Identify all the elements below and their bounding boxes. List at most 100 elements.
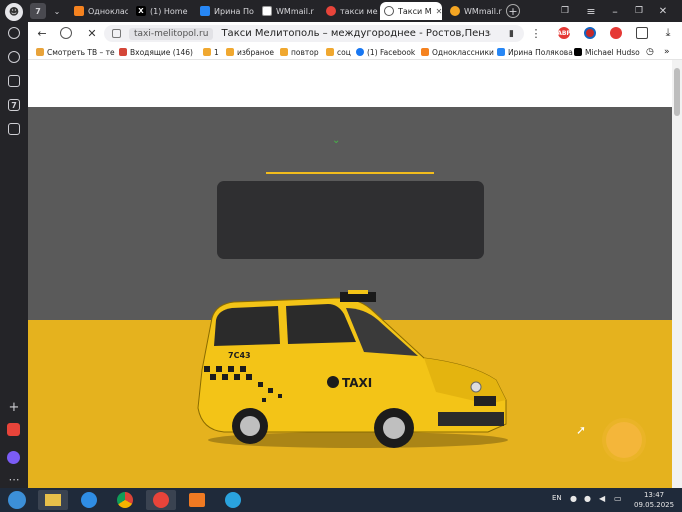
bookmark-label: Входящие (146)	[130, 47, 193, 57]
tab-taxi-active[interactable]: Такси М ✕	[380, 2, 442, 20]
system-clock[interactable]: 13:47 09.05.2025	[634, 490, 674, 510]
scrollbar-thumb[interactable]	[674, 68, 680, 116]
close-tab-icon[interactable]: ✕	[436, 7, 442, 16]
history-icon[interactable]	[8, 27, 20, 39]
bookmark-item[interactable]: Входящие (146)	[119, 46, 193, 58]
chevron-down-icon[interactable]: ⌄	[50, 3, 64, 19]
add-icon[interactable]: +	[6, 399, 22, 415]
extension-shield-icon[interactable]	[610, 27, 622, 39]
tab-label: Такси М	[398, 6, 432, 16]
navigation-bar: ← ✕ taxi-melitopol.ru Такси Мелитополь –…	[28, 22, 682, 44]
mouse-cursor-icon: ➚	[576, 423, 587, 437]
yandex-profile-icon[interactable]: ☻	[5, 3, 23, 21]
tab-wmmail-2[interactable]: WMmail.r	[446, 2, 506, 20]
bookmark-item[interactable]: Michael Hudso	[574, 46, 640, 58]
bookmark-folder[interactable]: повтор	[280, 46, 319, 58]
page-icon	[262, 6, 272, 16]
tab-label: Ирина По	[214, 6, 254, 16]
tab-count-button[interactable]: 7	[30, 3, 46, 19]
internet-explorer-icon[interactable]	[74, 490, 104, 510]
more-vertical-icon[interactable]: ⋮	[528, 25, 544, 41]
extension-icon[interactable]	[584, 27, 596, 39]
tab-yandex-search[interactable]: такси мел	[322, 2, 378, 20]
odnoklassniki-icon	[74, 6, 84, 16]
divider-line	[266, 172, 434, 174]
taskbar: EN ● ● ◀ ▭ 13:47 09.05.2025	[0, 488, 682, 512]
tray-app-icon[interactable]: ●	[570, 494, 577, 503]
taxi-sign-text: TAXI	[342, 376, 372, 390]
file-explorer-icon[interactable]	[38, 490, 68, 510]
bookmark-label: (1) Facebook	[367, 47, 416, 57]
web-page: ⌄ TAXI 7C43 ➚	[28, 60, 672, 488]
folder-icon	[326, 48, 334, 56]
vk-icon	[497, 48, 505, 56]
clock-date: 09.05.2025	[634, 501, 675, 509]
more-icon[interactable]: ⋯	[6, 471, 22, 487]
bookmark-item[interactable]: (1) Facebook	[356, 46, 415, 58]
tab-odnoklassniki[interactable]: Одноклас	[70, 2, 128, 20]
x-icon: X	[136, 6, 146, 16]
tab-label: Одноклас	[88, 6, 128, 16]
clock-icon[interactable]: ◷	[646, 46, 654, 58]
tab-x-home[interactable]: X (1) Home	[132, 2, 192, 20]
mail-icon[interactable]	[7, 423, 20, 436]
yandex-shield-icon[interactable]	[60, 27, 72, 39]
menu-icon[interactable]: ≡	[584, 3, 598, 19]
download-icon[interactable]: ⤓	[660, 25, 676, 41]
loading-icon	[384, 6, 394, 16]
bookmark-label: 1	[214, 47, 219, 57]
double-chevron-down-icon[interactable]: ⌄	[332, 136, 342, 146]
x-icon	[574, 48, 582, 56]
restore-icon[interactable]: ❐	[632, 3, 646, 19]
telegram-icon[interactable]	[218, 490, 248, 510]
windows-start-icon[interactable]	[2, 490, 32, 510]
bookmark-folder[interactable]: 1	[203, 46, 219, 58]
vk-icon	[200, 6, 210, 16]
taxi-number-text: 7C43	[228, 351, 251, 360]
bookmark-item[interactable]: Ирина Полякова	[497, 46, 573, 58]
tray-app-icon[interactable]: ●	[584, 494, 591, 503]
bookmark-label: Ирина Полякова	[508, 47, 573, 57]
bookmark-item[interactable]: Смотреть ТВ – те	[36, 46, 115, 58]
address-bar[interactable]: taxi-melitopol.ru Такси Мелитополь – меж…	[104, 25, 524, 42]
stop-loading-icon[interactable]: ✕	[84, 25, 100, 41]
bookmark-icon[interactable]: ▮	[509, 29, 514, 39]
window-icon[interactable]: ❐	[558, 3, 572, 19]
folder-icon	[280, 48, 288, 56]
chrome-icon[interactable]	[110, 490, 140, 510]
clock-time: 13:47	[643, 491, 665, 499]
screen: ☻ 7 + ⋯ 7 ⌄ Одноклас X (1) Home Ирина По…	[0, 0, 682, 512]
back-icon[interactable]: ←	[34, 25, 50, 41]
folder-icon	[203, 48, 211, 56]
minimize-icon[interactable]: –	[608, 3, 622, 19]
extension-puzzle-icon[interactable]	[636, 27, 648, 39]
scrollbar[interactable]	[672, 60, 682, 488]
bookmark-folder[interactable]: избраное	[226, 46, 274, 58]
media-player-icon[interactable]	[182, 490, 212, 510]
tab-wmmail[interactable]: WMmail.r	[258, 2, 318, 20]
page-title-in-omnibox: Такси Мелитополь – междугороднее - Росто…	[221, 28, 491, 39]
network-icon[interactable]: ▭	[614, 494, 622, 503]
language-indicator[interactable]: EN	[552, 494, 562, 502]
bookmark-label: Одноклассники	[432, 47, 494, 57]
yandex-browser-icon[interactable]	[146, 490, 176, 510]
tabs-count-icon[interactable]: 7	[8, 99, 20, 111]
camera-icon[interactable]	[8, 75, 20, 87]
adblock-icon[interactable]: ABP	[557, 27, 571, 39]
new-tab-button[interactable]: +	[506, 4, 520, 18]
bookmark-item[interactable]: Одноклассники	[421, 46, 494, 58]
close-window-icon[interactable]: ✕	[656, 3, 670, 19]
play-icon[interactable]	[8, 51, 20, 63]
bookmark-folder[interactable]: соц	[326, 46, 351, 58]
tab-label: (1) Home	[150, 6, 188, 16]
lock-icon	[112, 29, 121, 38]
alice-icon[interactable]	[7, 451, 20, 464]
bookmarks-more-icon[interactable]: »	[664, 46, 670, 58]
tab-vk[interactable]: Ирина По	[196, 2, 254, 20]
volume-icon[interactable]: ◀	[599, 494, 605, 503]
collections-icon[interactable]	[8, 123, 20, 135]
tab-bar: 7 ⌄ Одноклас X (1) Home Ирина По WMmail.…	[28, 0, 682, 22]
taxi-van-image: TAXI 7C43	[197, 290, 508, 448]
callback-button[interactable]	[606, 422, 642, 458]
bookmark-label: соц	[337, 47, 351, 57]
